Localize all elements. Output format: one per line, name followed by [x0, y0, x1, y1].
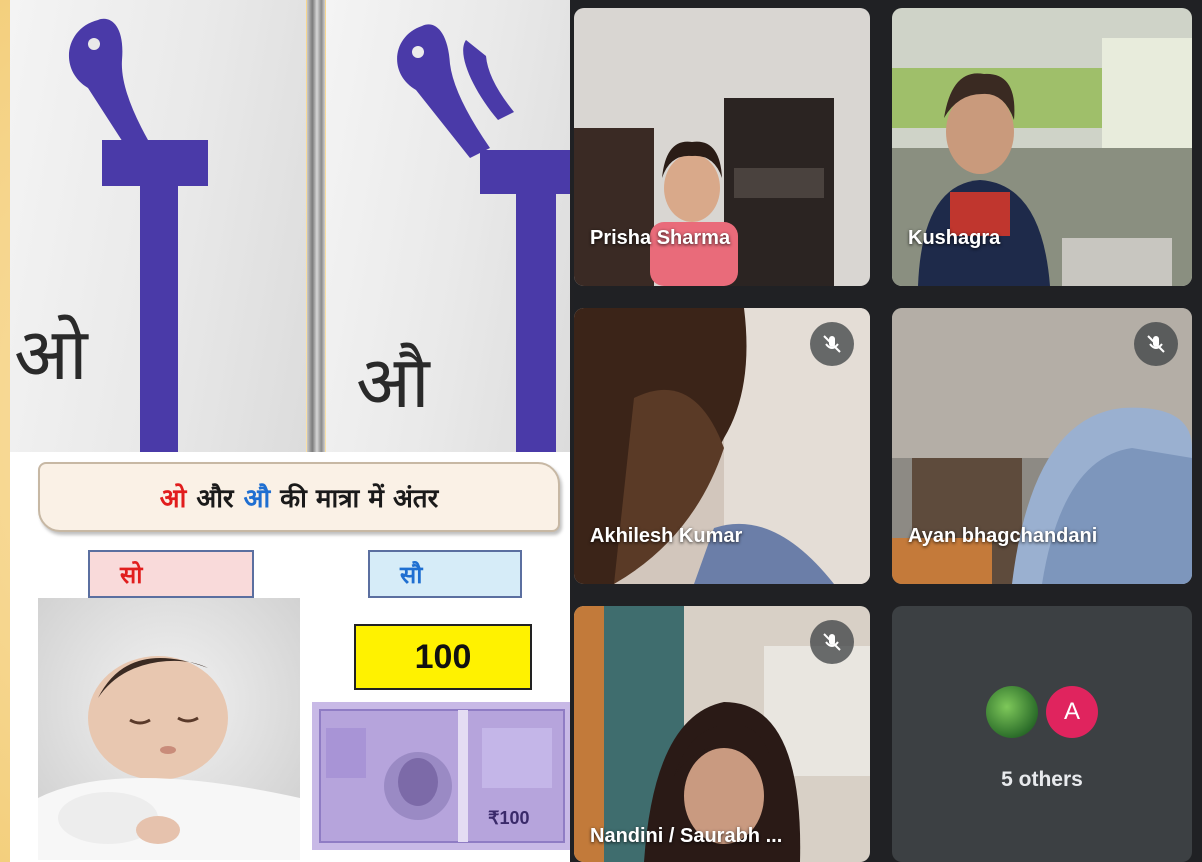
letter-o: ओ: [14, 312, 88, 396]
mic-muted-icon: [810, 620, 854, 664]
participant-tile-prisha[interactable]: Prisha Sharma: [574, 8, 870, 286]
lesson-panel: ओ औ ओ और औ की मात्रा में अंतर सो सौ 100 …: [10, 0, 572, 862]
title-o: ओ: [159, 484, 187, 514]
note-value-text: ₹100: [488, 808, 529, 828]
participant-tile-nandini[interactable]: Nandini / Saurabh ...: [574, 606, 870, 862]
word-so-box: सो: [88, 550, 254, 598]
letter-au: औ: [356, 340, 430, 424]
mic-muted-icon: [810, 322, 854, 366]
participant-name: Kushagra: [908, 227, 1001, 249]
word-sau-box: सौ: [368, 550, 522, 598]
others-tile[interactable]: A 5 others: [892, 606, 1192, 862]
avatar-letter: A: [1046, 686, 1098, 738]
sleeping-baby-image: [38, 598, 300, 860]
participant-name: Akhilesh Kumar: [590, 525, 743, 547]
participant-name: Prisha Sharma: [590, 227, 731, 249]
slide-title-banner: ओ और औ की मात्रा में अंतर: [38, 462, 560, 532]
participant-tile-ayan[interactable]: Ayan bhagchandani: [892, 308, 1192, 584]
door-divider: [307, 0, 325, 452]
title-and: और: [196, 484, 234, 514]
participant-tile-akhilesh[interactable]: Akhilesh Kumar: [574, 308, 870, 584]
title-rest: की मात्रा में अंतर: [280, 484, 439, 514]
participant-tile-kushagra[interactable]: Kushagra: [892, 8, 1192, 286]
number-100-box: 100: [354, 624, 532, 690]
others-avatars: A: [892, 686, 1192, 738]
mic-muted-icon: [1134, 322, 1178, 366]
others-count-label: 5 others: [1001, 768, 1083, 791]
participant-name: Nandini / Saurabh ...: [590, 825, 783, 847]
avatar-photo: [986, 686, 1038, 738]
meeting-grid: Prisha Sharma Kushagra Akhilesh Kumar Ay…: [570, 0, 1202, 862]
participant-name: Ayan bhagchandani: [908, 525, 1098, 547]
lesson-slide: ओ और औ की मात्रा में अंतर सो सौ 100 ₹100: [10, 452, 572, 862]
title-au: औ: [243, 484, 271, 514]
matra-o-photo: ओ: [10, 0, 306, 452]
matra-au-photo: औ: [326, 0, 570, 452]
hundred-rupee-note-image: ₹100: [312, 698, 572, 858]
